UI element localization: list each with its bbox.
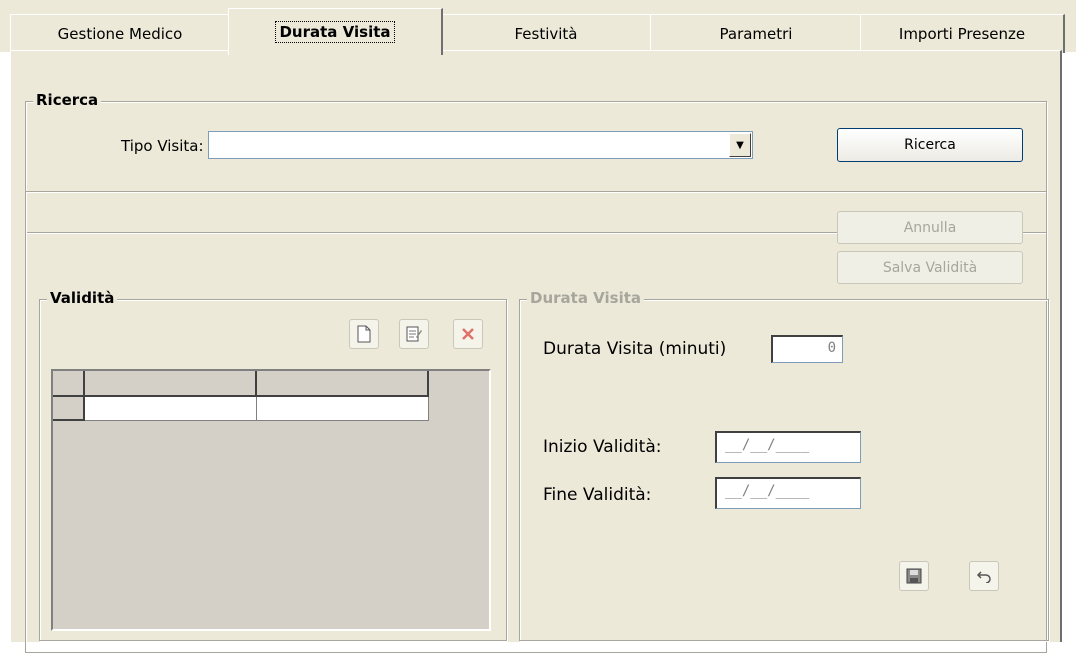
- undo-icon[interactable]: [969, 561, 999, 591]
- tab-panel: Ricerca Tipo Visita: ▼ Ricerca Annulla S…: [10, 50, 1062, 653]
- delete-icon[interactable]: [453, 319, 483, 349]
- tab-label: Parametri: [719, 25, 793, 43]
- tab-label: Durata Visita: [275, 21, 395, 43]
- grid-column-header[interactable]: [85, 371, 257, 397]
- inizio-validita-label: Inizio Validità:: [543, 437, 662, 457]
- durata-minuti-label: Durata Visita (minuti): [543, 339, 727, 359]
- validita-grid[interactable]: [51, 369, 491, 631]
- ricerca-button[interactable]: Ricerca: [837, 128, 1023, 162]
- tab-festivita[interactable]: Festività: [440, 14, 653, 53]
- inizio-validita-input[interactable]: __/__/____: [715, 431, 861, 463]
- tab-strip: Gestione Medico Durata Visita Festività …: [0, 0, 1076, 55]
- ricerca-legend: Ricerca: [33, 91, 102, 109]
- tab-label: Gestione Medico: [57, 25, 183, 43]
- tab-gestione-medico[interactable]: Gestione Medico: [10, 14, 231, 53]
- chevron-down-icon[interactable]: ▼: [729, 133, 751, 157]
- durata-minuti-input[interactable]: 0: [771, 335, 843, 363]
- validita-legend: Validità: [47, 289, 118, 307]
- annulla-button[interactable]: Annulla: [837, 211, 1023, 244]
- edit-icon[interactable]: [399, 319, 429, 349]
- save-icon[interactable]: [899, 561, 929, 591]
- tab-importi-presenze[interactable]: Importi Presenze: [860, 14, 1065, 53]
- grid-column-header[interactable]: [257, 371, 429, 397]
- grid-cell[interactable]: [85, 397, 257, 421]
- new-document-icon[interactable]: [349, 319, 379, 349]
- tab-label: Importi Presenze: [898, 25, 1026, 43]
- fine-validita-input[interactable]: __/__/____: [715, 477, 861, 509]
- tab-parametri[interactable]: Parametri: [650, 14, 863, 53]
- tipo-visita-select[interactable]: ▼: [208, 131, 753, 159]
- grid-corner-cell: [53, 371, 85, 397]
- durata-visita-legend: Durata Visita: [527, 289, 645, 307]
- tipo-visita-label: Tipo Visita:: [121, 137, 204, 155]
- tab-durata-visita[interactable]: Durata Visita: [228, 8, 443, 55]
- grid-row-header[interactable]: [53, 397, 85, 421]
- salva-validita-button[interactable]: Salva Validità: [837, 251, 1023, 284]
- fine-validita-label: Fine Validità:: [543, 485, 652, 505]
- grid-cell[interactable]: [257, 397, 429, 421]
- tab-label: Festività: [514, 25, 578, 43]
